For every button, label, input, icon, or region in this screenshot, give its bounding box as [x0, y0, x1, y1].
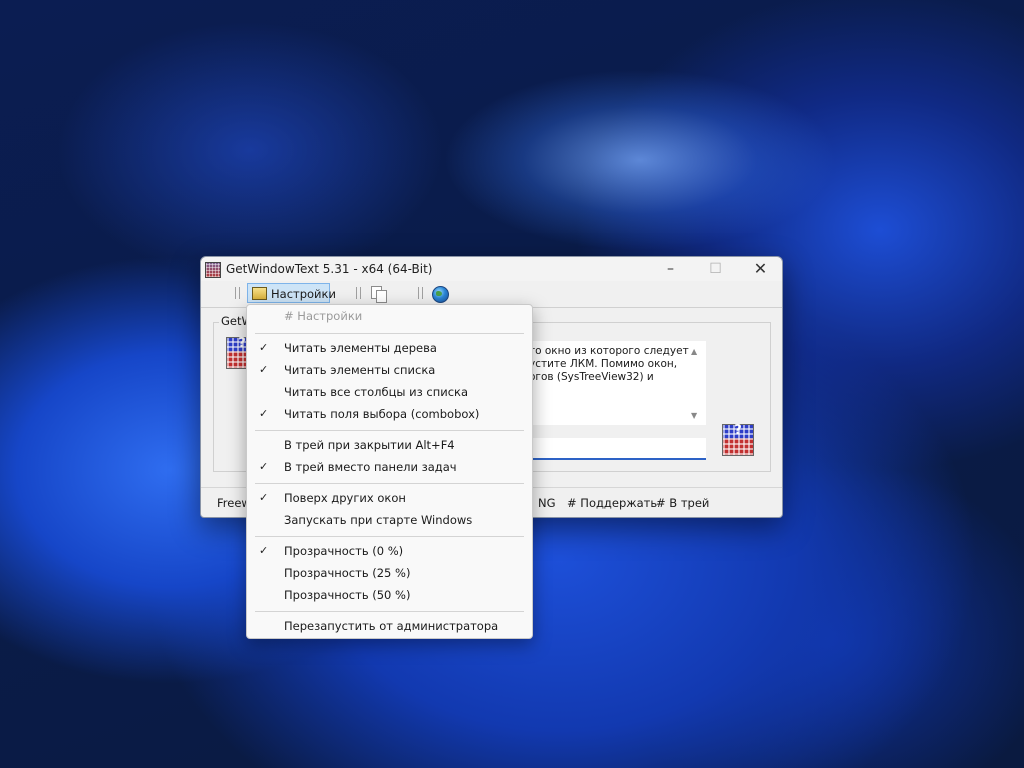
- description-text[interactable]: то окно из которого следует устите ЛКМ. …: [525, 341, 706, 425]
- menu-item-always-on-top[interactable]: ✓ Поверх других окон: [247, 488, 532, 510]
- menu-item-label: Читать поля выбора (combobox): [284, 407, 480, 421]
- menu-item-tray-instead-taskbar[interactable]: ✓ В трей вместо панели задач: [247, 457, 532, 479]
- description-line: огов (SysTreeView32) и: [529, 371, 654, 383]
- finder-icon-right[interactable]: ?: [722, 423, 754, 456]
- copy-icon[interactable]: [371, 286, 387, 303]
- settings-menu: # Настройки ✓ Читать элементы дерева ✓ Ч…: [246, 304, 533, 639]
- menu-item-label: В трей при закрытии Alt+F4: [284, 438, 455, 452]
- menu-item-transparency-0[interactable]: ✓ Прозрачность (0 %): [247, 541, 532, 563]
- scroll-down-arrow-icon[interactable]: ▼: [691, 411, 697, 420]
- menu-item-label: Перезапустить от администратора: [284, 619, 499, 633]
- check-icon: ✓: [259, 341, 269, 354]
- menu-header-label: # Настройки: [284, 309, 363, 323]
- settings-icon: [252, 287, 267, 300]
- check-icon: ✓: [259, 363, 269, 376]
- menu-item-read-all-columns[interactable]: Читать все столбцы из списка: [247, 382, 532, 404]
- status-lang-link[interactable]: NG: [538, 496, 556, 510]
- menu-item-transparency-50[interactable]: Прозрачность (50 %): [247, 585, 532, 607]
- description-line: то окно из которого следует: [529, 345, 689, 357]
- minimize-button[interactable]: –: [648, 257, 693, 281]
- menu-separator: [255, 536, 524, 537]
- menu-item-label: Читать все столбцы из списка: [284, 385, 469, 399]
- menu-item-label: Читать элементы списка: [284, 363, 436, 377]
- maximize-button[interactable]: ☐: [693, 257, 738, 281]
- menu-item-restart-as-admin[interactable]: Перезапустить от администратора: [247, 616, 532, 638]
- menu-item-transparency-25[interactable]: Прозрачность (25 %): [247, 563, 532, 585]
- menu-header: # Настройки: [247, 306, 532, 328]
- check-icon: ✓: [259, 544, 269, 557]
- menu-item-label: Читать элементы дерева: [284, 341, 437, 355]
- menu-separator: [255, 430, 524, 431]
- window-title: GetWindowText 5.31 - x64 (64-Bit): [226, 262, 433, 276]
- close-button[interactable]: ✕: [738, 257, 783, 281]
- menu-item-label: В трей вместо панели задач: [284, 460, 457, 474]
- description-line: устите ЛКМ. Помимо окон,: [529, 358, 678, 370]
- toolbar-grip[interactable]: [418, 287, 423, 299]
- result-input[interactable]: [525, 438, 706, 460]
- title-bar[interactable]: GetWindowText 5.31 - x64 (64-Bit) – ☐ ✕: [201, 257, 782, 281]
- check-icon: ✓: [259, 491, 269, 504]
- menu-item-read-combobox[interactable]: ✓ Читать поля выбора (combobox): [247, 404, 532, 426]
- toolbar-grip[interactable]: [356, 287, 361, 299]
- app-icon: [205, 262, 221, 278]
- check-icon: ✓: [259, 407, 269, 420]
- menu-separator: [255, 483, 524, 484]
- toolbar-grip[interactable]: [235, 287, 240, 299]
- scroll-up-arrow-icon[interactable]: ▲: [691, 347, 697, 356]
- menu-item-label: Прозрачность (0 %): [284, 544, 404, 558]
- globe-icon[interactable]: [432, 286, 449, 303]
- menu-item-label: Запускать при старте Windows: [284, 513, 473, 527]
- menu-item-read-tree[interactable]: ✓ Читать элементы дерева: [247, 338, 532, 360]
- menu-separator: [255, 333, 524, 334]
- menu-item-tray-on-close[interactable]: В трей при закрытии Alt+F4: [247, 435, 532, 457]
- menu-item-label: Прозрачность (50 %): [284, 588, 411, 602]
- status-tray-link[interactable]: # В трей: [656, 496, 709, 510]
- settings-button[interactable]: Настройки: [247, 283, 336, 303]
- check-icon: ✓: [259, 460, 269, 473]
- settings-label: Настройки: [271, 287, 336, 301]
- toolbar: Настройки: [201, 282, 782, 306]
- status-support-link[interactable]: # Поддержать: [567, 496, 657, 510]
- menu-item-label: Прозрачность (25 %): [284, 566, 411, 580]
- menu-item-read-list[interactable]: ✓ Читать элементы списка: [247, 360, 532, 382]
- menu-item-label: Поверх других окон: [284, 491, 406, 505]
- menu-item-start-with-windows[interactable]: Запускать при старте Windows: [247, 510, 532, 532]
- menu-separator: [255, 611, 524, 612]
